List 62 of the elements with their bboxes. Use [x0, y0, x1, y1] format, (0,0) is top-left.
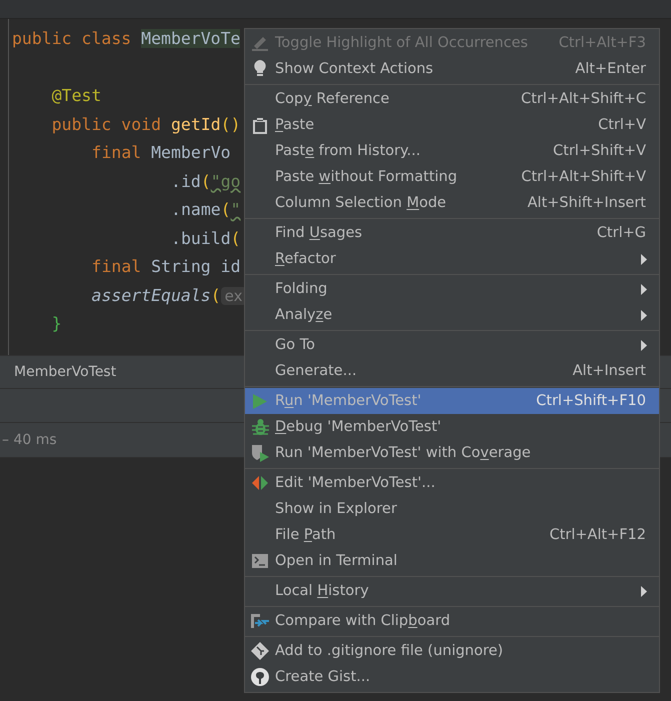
- menu-item[interactable]: Open in Terminal: [245, 548, 659, 574]
- code-token: (: [200, 172, 211, 190]
- compare-icon: [250, 612, 270, 630]
- menu-item[interactable]: Local History: [245, 578, 659, 604]
- menu-item[interactable]: Paste without Formatting Ctrl+Alt+Shift+V: [245, 164, 659, 190]
- bug-icon: [252, 418, 268, 436]
- menu-item[interactable]: Run 'MemberVoTest' with Coverage: [245, 440, 659, 466]
- git-icon: [251, 642, 269, 660]
- menu-item[interactable]: Find Usages Ctrl+G: [245, 220, 659, 246]
- parameter-hint: ex: [220, 286, 247, 304]
- menu-item[interactable]: Show in Explorer: [245, 496, 659, 522]
- code-token: }: [52, 314, 62, 333]
- menu-item[interactable]: Run 'MemberVoTest' Ctrl+Shift+F10: [245, 388, 659, 414]
- code-token: .name: [171, 200, 221, 219]
- menu-item[interactable]: Create Gist...: [245, 664, 659, 690]
- code-token: (: [220, 200, 231, 219]
- code-token: getId: [170, 114, 221, 134]
- submenu-arrow-icon: [641, 254, 647, 264]
- code-token: String id: [151, 257, 241, 276]
- code-token: (): [220, 114, 241, 134]
- code-token: final: [92, 257, 142, 276]
- code-token: public void: [52, 114, 162, 134]
- terminal-icon: [252, 554, 268, 568]
- pen-icon: [251, 35, 269, 51]
- menu-item[interactable]: Paste from History... Ctrl+Shift+V: [245, 138, 659, 164]
- clipboard-icon: [253, 116, 267, 134]
- shield-play-icon: [250, 444, 270, 462]
- submenu-arrow-icon: [641, 284, 647, 294]
- code-token: MemberVo: [151, 143, 231, 162]
- menu-item[interactable]: Go To: [245, 332, 659, 358]
- submenu-arrow-icon: [641, 310, 647, 320]
- code-token: "go: [210, 172, 241, 190]
- menu-item[interactable]: Debug 'MemberVoTest': [245, 414, 659, 440]
- arrows-icon: [251, 476, 269, 490]
- menu-item[interactable]: Compare with Clipboard: [245, 608, 659, 634]
- code-token: .build: [171, 228, 231, 248]
- code-token: MemberVoTe: [141, 29, 240, 48]
- run-tab[interactable]: MemberVoTest: [14, 364, 116, 380]
- menu-item[interactable]: Folding: [245, 276, 659, 302]
- code-token: .id: [171, 172, 201, 190]
- code-token: assertEquals: [92, 286, 211, 304]
- code-token: (: [230, 228, 241, 248]
- menu-item[interactable]: Refactor: [245, 246, 659, 272]
- code-token: @Test: [52, 86, 102, 105]
- test-duration: – 40 ms: [1, 432, 57, 448]
- lightbulb-icon: [254, 60, 266, 78]
- menu-item[interactable]: Column Selection Mode Alt+Shift+Insert: [245, 190, 659, 216]
- menu-item[interactable]: Show Context Actions Alt+Enter: [245, 56, 659, 82]
- menu-item[interactable]: Edit 'MemberVoTest'...: [245, 470, 659, 496]
- submenu-arrow-icon: [641, 340, 647, 350]
- code-token: final: [92, 143, 142, 162]
- menu-item[interactable]: Add to .gitignore file (unignore): [245, 638, 659, 664]
- menu-item[interactable]: Paste Ctrl+V: [245, 112, 659, 138]
- code-token: public class: [12, 29, 132, 48]
- code-token: (: [210, 286, 221, 304]
- menu-item[interactable]: Copy Reference Ctrl+Alt+Shift+C: [245, 86, 659, 112]
- code-token: ": [230, 200, 241, 219]
- menu-item[interactable]: File Path Ctrl+Alt+F12: [245, 522, 659, 548]
- play-icon: [253, 394, 267, 408]
- menu-item[interactable]: Analyze: [245, 302, 659, 328]
- submenu-arrow-icon: [641, 586, 647, 596]
- menu-item[interactable]: Generate... Alt+Insert: [245, 358, 659, 384]
